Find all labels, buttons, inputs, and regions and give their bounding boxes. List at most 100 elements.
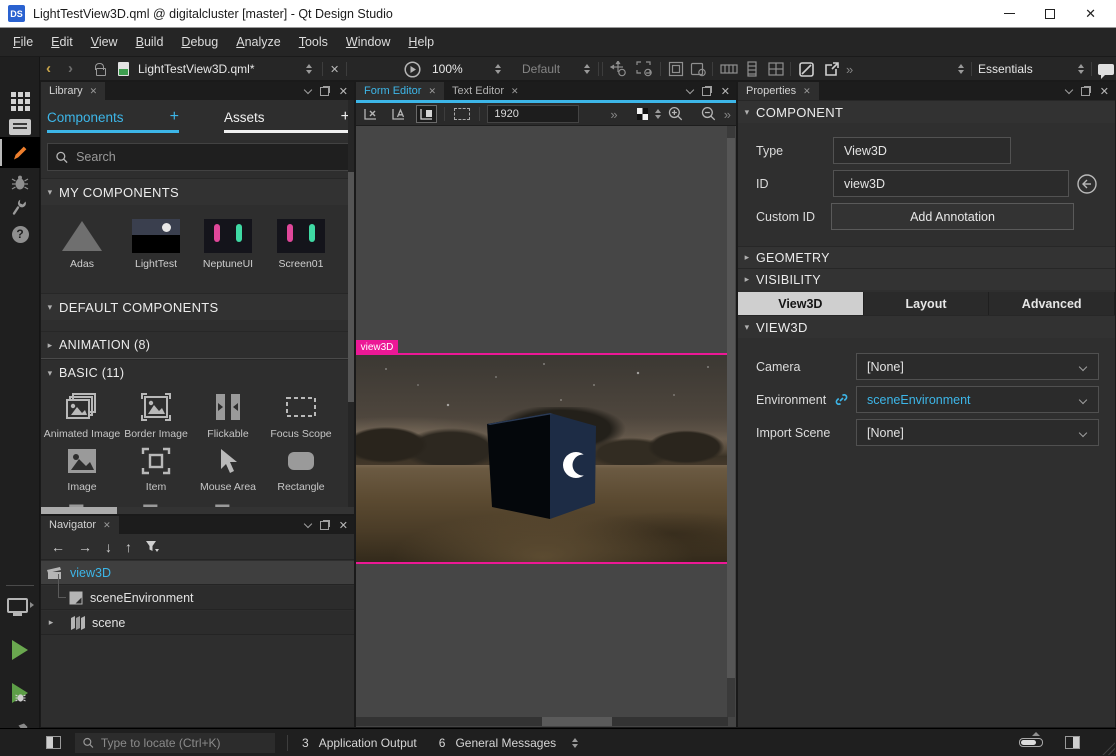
close-icon[interactable]: ✕ [511, 86, 519, 97]
perspective-selector[interactable]: Essentials [978, 57, 1033, 81]
tab-advanced[interactable]: Advanced [989, 292, 1115, 315]
menu-debug[interactable]: Debug [172, 30, 227, 54]
projects-mode-icon[interactable] [0, 195, 40, 219]
close-icon[interactable]: ✕ [1085, 7, 1096, 20]
strip-layout-icon[interactable] [720, 57, 738, 81]
run-preview-icon[interactable] [404, 57, 421, 81]
chevron-down-icon[interactable] [304, 519, 312, 527]
lock-icon[interactable] [96, 57, 106, 81]
toggle-left-sidebar-icon[interactable] [46, 736, 61, 749]
id-value[interactable]: view3D [833, 170, 1069, 197]
animation-group-header[interactable]: ▸ ANIMATION (8) [41, 331, 354, 358]
style-selector[interactable]: Default [522, 57, 560, 81]
minimize-icon[interactable] [1004, 13, 1015, 15]
menu-window[interactable]: Window [337, 30, 399, 54]
help-mode-icon[interactable]: ? [0, 222, 40, 246]
chevron-down-icon[interactable] [686, 85, 694, 93]
feedback-icon[interactable] [1098, 57, 1114, 81]
component-neptuneui[interactable]: NeptuneUI [192, 219, 264, 270]
run-button[interactable] [0, 637, 40, 663]
binding-link-icon[interactable] [834, 392, 849, 407]
library-hscrollbar[interactable] [41, 507, 354, 514]
add-annotation-button[interactable]: Add Annotation [831, 203, 1074, 230]
app-output-count[interactable]: 3 [302, 736, 309, 750]
component-screen01[interactable]: Screen01 [265, 219, 337, 270]
geometry-section-header[interactable]: ▸ GEOMETRY [738, 246, 1115, 268]
welcome-mode-icon[interactable] [0, 88, 40, 114]
annotation-edit-icon[interactable] [798, 57, 815, 81]
close-icon[interactable]: ✕ [90, 86, 98, 97]
toggle-right-sidebar-icon[interactable] [1065, 736, 1080, 749]
canvas-hscrollbar[interactable] [356, 717, 728, 726]
move-left-icon[interactable]: ← [51, 539, 65, 555]
menu-view[interactable]: View [82, 30, 127, 54]
basic-item[interactable]: Item [119, 447, 193, 493]
properties-tab[interactable]: Properties✕ [738, 82, 819, 100]
tab-view3d[interactable]: View3D [738, 292, 864, 315]
forward-icon[interactable]: › [68, 57, 73, 81]
environment-dropdown[interactable]: sceneEnvironment [856, 386, 1099, 413]
navigator-tab[interactable]: Navigator✕ [41, 516, 119, 534]
menu-tools[interactable]: Tools [290, 30, 337, 54]
view3d-section-header[interactable]: ▾ VIEW3D [738, 315, 1115, 338]
close-icon[interactable]: ✕ [103, 520, 111, 531]
general-messages-button[interactable]: General Messages [455, 736, 556, 750]
output-pane-spinner[interactable] [572, 738, 578, 748]
form-editor-tab[interactable]: Form Editor✕ [356, 82, 444, 100]
import-scene-dropdown[interactable]: [None] [856, 419, 1099, 446]
fe-overflow-icon[interactable]: » [610, 107, 617, 122]
edit-mode-icon[interactable] [0, 115, 40, 139]
close-document-icon[interactable]: ✕ [330, 57, 339, 81]
form-editor-canvas[interactable]: view3D [356, 126, 728, 719]
app-output-button[interactable]: Application Output [319, 736, 417, 750]
show-bounds-icon[interactable] [452, 105, 473, 123]
canvas-vscrollbar[interactable] [727, 126, 735, 717]
basic-border-image[interactable]: Border Image [119, 392, 193, 440]
document-spinner[interactable] [306, 57, 312, 81]
basic-group-header[interactable]: ▾ BASIC (11) [41, 359, 354, 386]
visibility-section-header[interactable]: ▸ VISIBILITY [738, 268, 1115, 290]
close-panel-icon[interactable]: ✕ [339, 519, 348, 532]
default-components-header[interactable]: ▾ DEFAULT COMPONENTS [41, 293, 354, 320]
tree-item-scene-environment[interactable]: sceneEnvironment [41, 586, 354, 610]
snapping-anchors-icon[interactable] [389, 105, 410, 123]
basic-image[interactable]: Image [45, 447, 119, 493]
menu-edit[interactable]: Edit [42, 30, 82, 54]
perspective-spinner[interactable] [958, 57, 964, 81]
snapping-icon[interactable] [416, 105, 437, 123]
menu-help[interactable]: Help [399, 30, 443, 54]
locator-field[interactable] [75, 733, 275, 753]
component-lighttest[interactable]: LightTest [120, 219, 192, 270]
tab-layout[interactable]: Layout [864, 292, 990, 315]
style-spinner[interactable] [584, 57, 590, 81]
kit-selector-icon[interactable] [0, 591, 40, 619]
float-panel-icon[interactable] [702, 86, 712, 96]
collapsed-icon[interactable]: ▸ [43, 617, 59, 628]
basic-flickable[interactable]: Flickable [191, 392, 265, 440]
root-width-input[interactable] [487, 105, 579, 123]
basic-mouse-area[interactable]: Mouse Area [191, 447, 265, 493]
tree-item-view3d[interactable]: view3D [41, 561, 354, 585]
component-section-header[interactable]: ▾ COMPONENT [738, 100, 1115, 123]
open-document-name[interactable]: LightTestView3D.qml* [138, 57, 255, 81]
no-snapping-icon[interactable] [361, 105, 382, 123]
timeline-frame-icon[interactable] [636, 57, 652, 81]
design-mode-icon[interactable] [0, 137, 40, 168]
close-panel-icon[interactable]: ✕ [1100, 85, 1109, 98]
menu-file[interactable]: File [4, 30, 42, 54]
filter-icon[interactable] [145, 540, 159, 553]
build-progress-indicator[interactable] [1019, 738, 1043, 747]
library-search[interactable] [47, 143, 350, 171]
chevron-down-icon[interactable] [304, 85, 312, 93]
export-icon[interactable] [823, 57, 840, 81]
timeline-move-icon[interactable] [610, 57, 626, 81]
view3d-preview[interactable] [356, 355, 728, 562]
snapshot-icon[interactable] [690, 57, 706, 81]
fe-spinner[interactable] [655, 109, 661, 119]
add-component-button[interactable]: + [170, 108, 179, 126]
move-up-icon[interactable]: ↑ [125, 539, 132, 555]
general-messages-count[interactable]: 6 [439, 736, 446, 750]
grid-layout-icon[interactable] [768, 57, 784, 81]
close-icon[interactable]: ✕ [428, 86, 436, 97]
bounding-rect-icon[interactable] [668, 57, 684, 81]
